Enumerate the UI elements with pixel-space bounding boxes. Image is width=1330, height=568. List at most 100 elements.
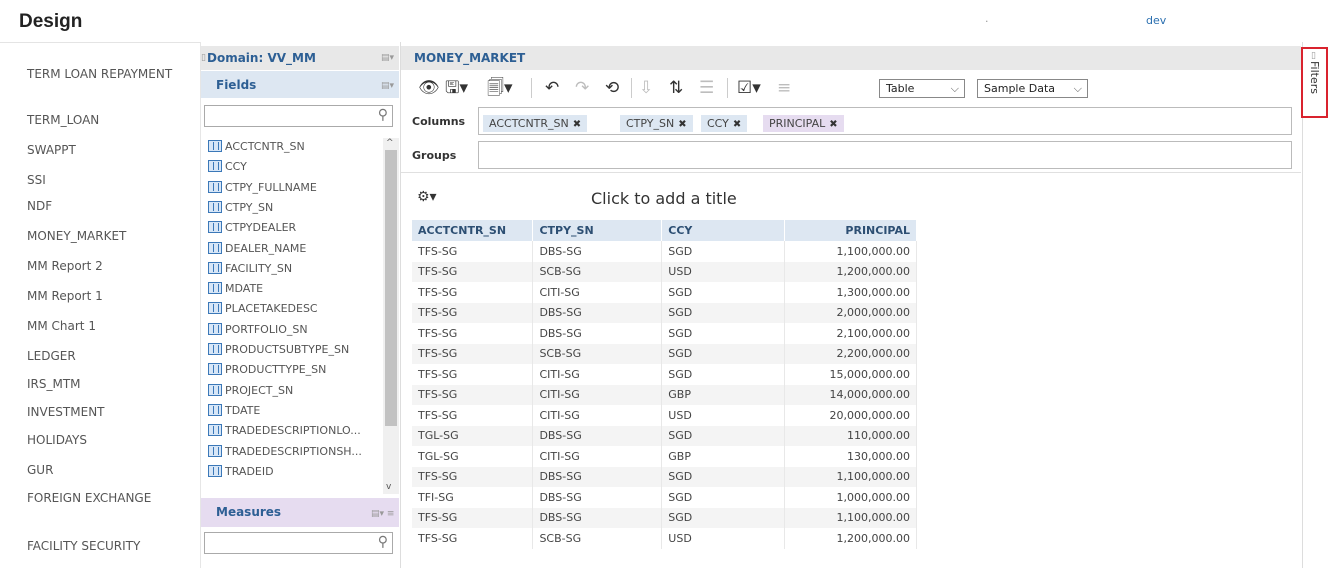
dimension-field-icon — [208, 160, 222, 173]
filter-list-icon[interactable]: ≡ — [777, 78, 791, 98]
report-item[interactable]: GUR — [27, 463, 197, 478]
table-cell: TFS-SG — [412, 384, 534, 405]
field-item[interactable]: TRADEID — [208, 464, 383, 483]
field-item[interactable]: PLACETAKEDESC — [208, 302, 383, 320]
field-item[interactable]: CTPYDEALER — [208, 221, 383, 239]
groups-label: Groups — [412, 149, 457, 162]
field-item[interactable]: CCY — [208, 160, 383, 178]
table-cell: 1,100,000.00 — [784, 466, 917, 487]
checkbox-menu-icon[interactable]: ☑▾ — [737, 78, 761, 98]
columns-dropzone[interactable]: ACCTCNTR_SN ✖ CTPY_SN ✖ CCY ✖ PRINCIPAL ✖ — [478, 107, 1292, 135]
table-cell: SCB-SG — [532, 261, 663, 282]
report-item[interactable]: IRS_MTM — [27, 377, 197, 392]
field-item-label: CCY — [225, 160, 247, 174]
report-item[interactable]: MM Report 1 — [27, 289, 197, 304]
page-title: Design — [19, 11, 83, 32]
table-cell: 1,000,000.00 — [784, 487, 917, 508]
report-item[interactable]: LEDGER — [27, 349, 197, 364]
scroll-up-icon[interactable]: ^ — [386, 138, 394, 148]
report-item[interactable]: SWAPPT — [27, 143, 197, 158]
field-item[interactable]: CTPY_FULLNAME — [208, 180, 383, 199]
scroll-down-icon[interactable]: v — [386, 482, 391, 492]
filters-toggle[interactable]: ▯ Filters — [1301, 47, 1328, 118]
notes-icon[interactable]: ☰ — [699, 78, 714, 98]
field-item[interactable]: ACCTCNTR_SN — [208, 140, 383, 158]
data-select[interactable]: Sample Data ⌵ — [977, 79, 1088, 98]
remove-chip-icon[interactable]: ✖ — [678, 119, 686, 130]
field-list-scrollbar[interactable]: ^ v — [383, 138, 399, 494]
field-item[interactable]: PRODUCTTYPE_SN — [208, 363, 383, 381]
table-cell: DBS-SG — [532, 425, 663, 446]
view-select[interactable]: Table ⌵ — [879, 79, 965, 98]
export-icon[interactable]: ⇩ — [639, 78, 653, 98]
preview-eye-icon[interactable]: 👁 — [418, 78, 440, 98]
report-item[interactable]: MONEY_MARKET — [27, 229, 197, 244]
save-icon[interactable]: 🖫▾ — [445, 78, 468, 98]
scrollbar-thumb[interactable] — [385, 150, 397, 426]
table-row: TFS-SG CITI-SG SGD 1,300,000.00 — [412, 282, 917, 303]
domain-bar[interactable]: ▯ Domain: VV_MM ▤▾ — [201, 46, 399, 70]
field-item-label: TRADEDESCRIPTIONLO... — [225, 424, 361, 438]
reset-icon[interactable]: ⟲ — [605, 78, 619, 98]
column-header[interactable]: CCY — [661, 220, 786, 241]
table-row: TFS-SG DBS-SG SGD 2,000,000.00 — [412, 302, 917, 323]
report-item[interactable]: MM Report 2 — [27, 259, 197, 274]
report-item[interactable]: TERM_LOAN — [27, 113, 197, 128]
field-item[interactable]: PORTFOLIO_SN — [208, 322, 383, 341]
report-item[interactable]: HOLIDAYS — [27, 433, 197, 448]
field-item[interactable]: TRADEDESCRIPTIONSH... — [208, 444, 383, 463]
remove-chip-icon[interactable]: ✖ — [733, 119, 741, 130]
redo-icon[interactable]: ↷ — [575, 78, 589, 98]
domain-menu-icon[interactable]: ▤▾ — [381, 53, 394, 63]
sort-icon[interactable]: ⇅ — [669, 78, 683, 98]
groups-dropzone[interactable] — [478, 141, 1292, 169]
measures-search-input[interactable]: ⚲ — [204, 532, 393, 554]
table-cell: 130,000.00 — [784, 446, 917, 467]
table-cell: TFS-SG — [412, 405, 534, 426]
field-item[interactable]: TDATE — [208, 403, 383, 422]
settings-gear-icon[interactable]: ⚙▾ — [417, 189, 437, 205]
report-item[interactable]: SSI — [27, 173, 197, 188]
table-cell: TFS-SG — [412, 343, 534, 364]
field-item[interactable]: TRADEDESCRIPTIONLO... — [208, 424, 383, 442]
fields-panel: ▯ Domain: VV_MM ▤▾ Fields ▤▾ ⚲ ACCTCNTR_… — [200, 42, 399, 568]
report-item[interactable]: FACILITY SECURITY — [27, 539, 197, 554]
table-cell: CITI-SG — [532, 364, 663, 385]
column-header[interactable]: CTPY_SN — [532, 220, 663, 241]
report-item[interactable]: INVESTMENT — [27, 405, 197, 420]
fields-header: Fields ▤▾ — [201, 71, 399, 98]
field-item[interactable]: CTPY_SN — [208, 200, 383, 219]
field-item[interactable]: PROJECT_SN — [208, 383, 383, 402]
fields-search-input[interactable]: ⚲ — [204, 105, 393, 127]
column-header[interactable]: ACCTCNTR_SN — [412, 220, 534, 241]
measures-menu-icon[interactable]: ▤▾ ≡ — [371, 509, 394, 519]
table-cell: TFS-SG — [412, 466, 534, 487]
fields-menu-icon[interactable]: ▤▾ — [381, 81, 394, 91]
column-chip[interactable]: ACCTCNTR_SN ✖ — [483, 115, 588, 132]
field-item[interactable]: PRODUCTSUBTYPE_SN — [208, 343, 383, 361]
undo-icon[interactable]: ↶ — [545, 78, 559, 98]
column-chip[interactable]: PRINCIPAL ✖ — [763, 115, 844, 132]
report-item[interactable]: MM Chart 1 — [27, 319, 197, 334]
remove-chip-icon[interactable]: ✖ — [829, 119, 837, 130]
save-as-icon[interactable]: 🗐▾ — [487, 78, 513, 98]
column-chip[interactable]: CTPY_SN ✖ — [620, 115, 693, 132]
field-item[interactable]: FACILITY_SN — [208, 261, 383, 280]
user-link[interactable]: dev — [1146, 14, 1166, 27]
collapse-icon[interactable]: ▯ — [201, 53, 206, 63]
domain-label: Domain: VV_MM — [207, 51, 316, 65]
add-title-link[interactable]: Click to add a title — [591, 189, 737, 208]
field-item[interactable]: DEALER_NAME — [208, 241, 383, 260]
table-cell: 1,200,000.00 — [784, 528, 917, 549]
report-item[interactable]: TERM LOAN REPAYMENT — [27, 67, 197, 82]
table-cell: GBP — [661, 446, 786, 467]
column-header[interactable]: PRINCIPAL — [784, 220, 917, 241]
column-chip[interactable]: CCY ✖ — [701, 115, 748, 132]
field-item[interactable]: MDATE — [208, 282, 383, 300]
report-item[interactable]: NDF — [27, 199, 197, 214]
report-item[interactable]: FOREIGN EXCHANGE — [27, 491, 197, 506]
remove-chip-icon[interactable]: ✖ — [573, 119, 581, 130]
table-cell: DBS-SG — [532, 302, 663, 323]
table-cell: CITI-SG — [532, 405, 663, 426]
report-designer: MONEY_MARKET 👁 🖫▾ 🗐▾ ↶ ↷ ⟲ ⇩ ⇅ ☰ ☑▾ ≡ Ta… — [400, 42, 1301, 568]
